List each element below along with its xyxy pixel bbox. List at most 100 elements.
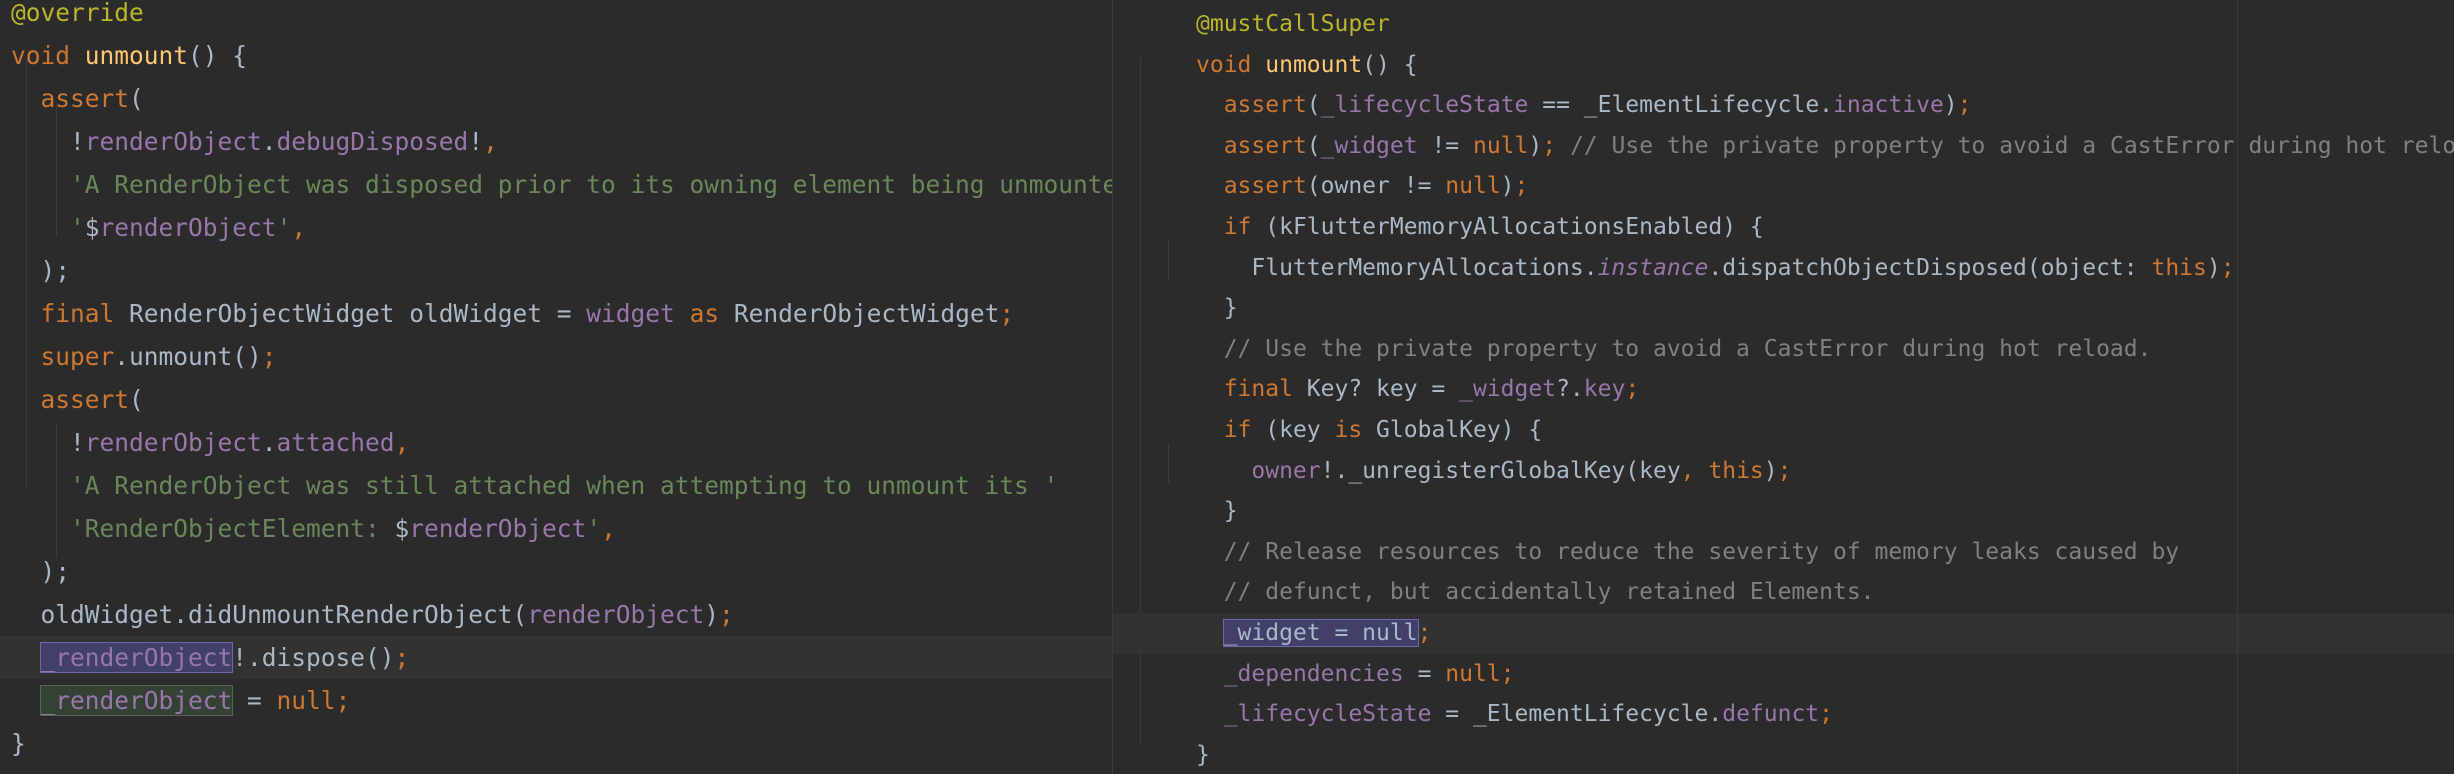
code-line[interactable]: @override [0, 0, 1112, 34]
code-token: ) [1528, 132, 1543, 159]
code-line[interactable]: ); [0, 249, 1112, 292]
right-editor-pane[interactable]: @mustCallSuper void unmount() { assert(_l… [1113, 0, 2454, 774]
right-margin-guide [2237, 0, 2238, 774]
code-line[interactable]: !renderObject.attached, [0, 421, 1112, 464]
code-token: } [1196, 741, 1210, 768]
code-line[interactable]: // Release resources to reduce the sever… [1113, 532, 2454, 573]
code-token: renderObject [84, 127, 262, 156]
code-token: // Use the private property to avoid a C… [1569, 132, 2454, 159]
code-line[interactable]: } [1113, 288, 2454, 329]
code-line[interactable]: _renderObject = null; [0, 679, 1112, 722]
code-line[interactable]: !renderObject.debugDisposed!, [0, 120, 1112, 163]
code-token: // Use the private property to avoid a C… [1223, 335, 2152, 362]
code-line[interactable]: _widget = null; [1113, 613, 2454, 654]
code-token: if [1223, 417, 1252, 443]
code-token: _lifecycleState [1320, 92, 1529, 119]
code-token: ; [1500, 660, 1515, 687]
code-line[interactable]: // Use the private property to avoid a C… [1113, 329, 2454, 370]
code-token: assert [40, 385, 130, 414]
code-line[interactable]: _renderObject!.dispose(); [0, 636, 1112, 679]
code-token: ; [335, 686, 351, 715]
code-token: ( [1306, 132, 1321, 159]
code-token: assert [40, 84, 130, 113]
code-line[interactable]: 'A RenderObject was disposed prior to it… [0, 163, 1112, 206]
code-token: ; [1819, 701, 1834, 728]
code-token: ) [2206, 254, 2221, 281]
code-token: _renderObject [39, 642, 234, 673]
code-token: ! [468, 127, 484, 156]
code-token: RenderObjectWidget oldWidget = [114, 299, 587, 328]
code-token: void [1196, 51, 1252, 78]
code-line[interactable]: void unmount() { [0, 34, 1112, 77]
code-line[interactable]: ); [0, 550, 1112, 593]
code-token: owner [1251, 457, 1321, 484]
code-line[interactable]: '$renderObject', [0, 206, 1112, 249]
code-line[interactable]: oldWidget.didUnmountRenderObject(renderO… [0, 593, 1112, 636]
code-token: renderObject [84, 428, 262, 457]
code-line[interactable]: if (key is GlobalKey) { [1113, 410, 2454, 451]
code-token: $ [84, 213, 100, 242]
code-token: ) [1500, 173, 1515, 200]
code-line[interactable]: } [1113, 491, 2454, 532]
code-token: (kFlutterMemoryAllocationsEnabled) { [1251, 214, 1764, 240]
code-token: _widget [1320, 132, 1418, 159]
code-line[interactable]: assert( [0, 77, 1112, 120]
code-line[interactable]: super.unmount(); [0, 335, 1112, 378]
code-token: ) [1943, 92, 1958, 119]
code-token: null [1445, 173, 1501, 200]
code-line[interactable]: } [1113, 735, 2454, 774]
code-line[interactable]: owner!._unregisterGlobalKey(key, this); [1113, 451, 2454, 492]
code-token: this [1708, 457, 1764, 484]
code-token: if [1223, 214, 1252, 240]
code-line[interactable]: _lifecycleState = _ElementLifecycle.defu… [1113, 694, 2454, 735]
code-token: ; [1957, 92, 1972, 119]
code-line[interactable]: assert(_widget != null); // Use the priv… [1113, 126, 2454, 167]
code-line[interactable]: } [0, 722, 1112, 765]
code-line[interactable]: assert(owner != null); [1113, 166, 2454, 207]
code-line[interactable]: _dependencies = null; [1113, 654, 2454, 695]
code-token: == _ElementLifecycle. [1528, 92, 1834, 119]
code-line[interactable]: assert(_lifecycleState == _ElementLifecy… [1113, 85, 2454, 126]
code-token: unmount [1265, 51, 1363, 78]
code-token: ; [1542, 132, 1557, 159]
code-token: ?. [1556, 376, 1584, 403]
code-line[interactable]: assert( [0, 378, 1112, 421]
code-line[interactable]: final Key? key = _widget?.key; [1113, 369, 2454, 410]
code-token: ); [11, 557, 71, 586]
code-line[interactable]: final RenderObjectWidget oldWidget = wid… [0, 292, 1112, 335]
code-token: ( [129, 385, 144, 414]
code-token: , [483, 127, 498, 156]
code-line[interactable]: void unmount() { [1113, 45, 2454, 86]
code-token: 'RenderObjectElement: [70, 514, 395, 543]
code-token: , [601, 514, 616, 543]
code-token: ( [129, 84, 144, 113]
code-token: // Release resources to reduce the sever… [1223, 538, 2180, 565]
code-token: } [1196, 498, 1238, 525]
code-token: . [261, 127, 277, 156]
code-token: RenderObjectWidget [719, 299, 1000, 328]
code-token: , [1680, 457, 1695, 484]
code-token: ; [719, 600, 734, 629]
code-line[interactable]: 'RenderObjectElement: $renderObject', [0, 507, 1112, 550]
code-line[interactable]: // defunct, but accidentally retained El… [1113, 572, 2454, 613]
left-editor-pane[interactable]: @override void unmount() { assert( !rende… [0, 0, 1112, 774]
code-token: key [1583, 376, 1626, 403]
code-token: _renderObject [39, 685, 234, 716]
code-line[interactable]: if (kFlutterMemoryAllocationsEnabled) { [1113, 207, 2454, 248]
code-line[interactable]: @mustCallSuper [1113, 4, 2454, 45]
code-token: debugDisposed [276, 127, 469, 156]
code-line[interactable]: FlutterMemoryAllocations.instance.dispat… [1113, 248, 2454, 289]
code-token: ! [11, 127, 85, 156]
code-line[interactable]: 'A RenderObject was still attached when … [0, 464, 1112, 507]
code-token: assert [1223, 92, 1307, 119]
